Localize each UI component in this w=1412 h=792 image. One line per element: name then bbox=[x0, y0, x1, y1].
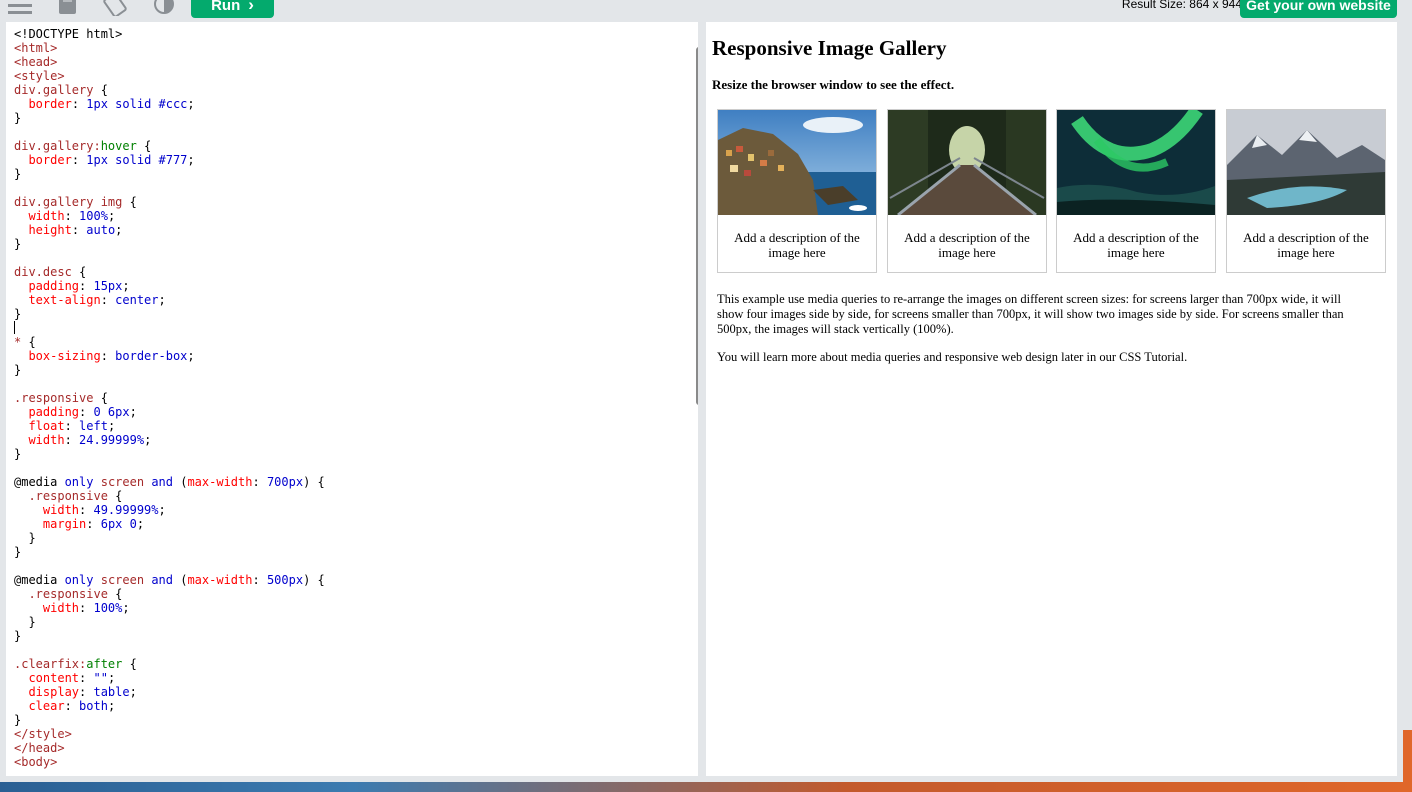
mountain-lake-image[interactable] bbox=[1227, 110, 1385, 215]
coastal-village-image[interactable] bbox=[718, 110, 876, 215]
gallery-item[interactable]: Add a description of the image here bbox=[1226, 109, 1386, 273]
gallery-description: Add a description of the image here bbox=[1243, 230, 1369, 260]
gallery-item[interactable]: Add a description of the image here bbox=[717, 109, 877, 273]
rotate-icon[interactable] bbox=[103, 0, 131, 18]
result-paragraph-learn-more: You will learn more about media queries … bbox=[717, 350, 1188, 364]
page-subtitle: Resize the browser window to see the eff… bbox=[712, 77, 955, 92]
gallery-description: Add a description of the image here bbox=[904, 230, 1030, 260]
toolbar: Run › Result Size: 864 x 944 Get your ow… bbox=[0, 0, 1412, 22]
gallery-item[interactable]: Add a description of the image here bbox=[887, 109, 1047, 273]
result-paragraph-media-queries: This example use media queries to re-arr… bbox=[717, 292, 1344, 336]
menu-icon[interactable] bbox=[6, 0, 34, 16]
gallery-item[interactable]: Add a description of the image here bbox=[1056, 109, 1216, 273]
forest-bridge-image[interactable] bbox=[888, 110, 1046, 215]
gallery-description: Add a description of the image here bbox=[1073, 230, 1199, 260]
contrast-icon[interactable] bbox=[152, 0, 180, 16]
page-title: Responsive Image Gallery bbox=[712, 36, 947, 60]
result-size-label: Result Size: 864 x 944 bbox=[1121, 0, 1242, 11]
code-content[interactable]: <!DOCTYPE html> <html> <head> <style> di… bbox=[14, 27, 325, 769]
run-label: Run bbox=[211, 0, 241, 14]
desktop-wallpaper bbox=[0, 782, 1412, 792]
text-caret bbox=[14, 321, 15, 334]
get-your-own-website-button[interactable]: Get your own website bbox=[1240, 0, 1397, 18]
editor-scrollbar[interactable] bbox=[696, 47, 698, 405]
chevron-right-icon: › bbox=[248, 0, 254, 14]
result-frame: Responsive Image Gallery Resize the brow… bbox=[706, 22, 1397, 776]
northern-lights-image[interactable] bbox=[1057, 110, 1215, 215]
save-icon[interactable] bbox=[58, 0, 86, 16]
code-editor[interactable]: <!DOCTYPE html> <html> <head> <style> di… bbox=[6, 22, 698, 776]
gallery-description: Add a description of the image here bbox=[734, 230, 860, 260]
desktop-wallpaper-edge bbox=[1403, 730, 1412, 792]
run-button[interactable]: Run › bbox=[191, 0, 274, 18]
